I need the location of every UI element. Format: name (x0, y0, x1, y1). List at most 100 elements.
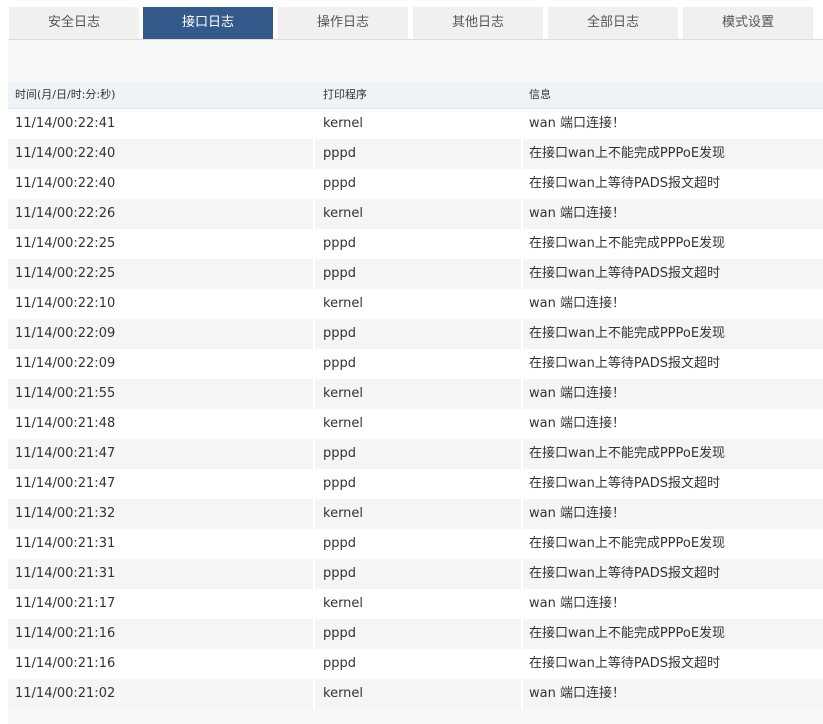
cell-program: pppd (323, 176, 357, 191)
cell-time: 11/14/00:21:02 (15, 686, 116, 701)
cell-info: wan 端口连接！ (529, 296, 625, 311)
table-row: 11/14/00:21:31 pppd 在接口wan上等待PADS报文超时 (8, 559, 823, 589)
cell-time: 11/14/00:21:55 (15, 386, 116, 401)
cell-time: 11/14/00:22:40 (15, 176, 116, 191)
cell-time: 11/14/00:21:17 (15, 596, 116, 611)
table-header: 时间(月/日/时:分:秒) 打印程序 信息 (8, 82, 823, 109)
table-row: 11/14/00:22:25 pppd 在接口wan上等待PADS报文超时 (8, 259, 823, 289)
cell-time: 11/14/00:22:40 (15, 146, 116, 161)
cell-time: 11/14/00:22:25 (15, 266, 116, 281)
table-row: 11/14/00:21:32 kernel wan 端口连接！ (8, 499, 823, 529)
cell-time: 11/14/00:22:26 (15, 206, 116, 221)
cell-info: 在接口wan上等待PADS报文超时 (529, 566, 721, 581)
column-separator (521, 619, 523, 649)
cell-program: pppd (323, 446, 357, 461)
table-row: 11/14/00:22:41 kernel wan 端口连接！ (8, 109, 823, 139)
cell-time: 11/14/00:22:09 (15, 326, 116, 341)
cell-time: 11/14/00:21:47 (15, 476, 116, 491)
cell-info: 在接口wan上不能完成PPPoE发现 (529, 626, 726, 641)
column-separator (313, 619, 315, 649)
column-separator (313, 259, 315, 289)
table-body: 11/14/00:22:41 kernel wan 端口连接！ 11/14/00:22… (8, 109, 823, 709)
cell-program: pppd (323, 476, 357, 491)
column-separator (521, 499, 523, 529)
cell-program: pppd (323, 626, 357, 641)
cell-info: 在接口wan上等待PADS报文超时 (529, 266, 721, 281)
header-info: 信息 (529, 88, 551, 101)
cell-info: 在接口wan上不能完成PPPoE发现 (529, 326, 726, 341)
column-separator (521, 439, 523, 469)
cell-info: 在接口wan上不能完成PPPoE发现 (529, 536, 726, 551)
column-separator (313, 589, 315, 619)
column-separator (521, 589, 523, 619)
column-separator (313, 289, 315, 319)
table-row: 11/14/00:21:48 kernel wan 端口连接！ (8, 409, 823, 439)
cell-info: wan 端口连接！ (529, 116, 625, 131)
table-row: 11/14/00:22:09 pppd 在接口wan上不能完成PPPoE发现 (8, 319, 823, 349)
cell-info: wan 端口连接！ (529, 506, 625, 521)
cell-time: 11/14/00:21:16 (15, 656, 116, 671)
column-separator (313, 679, 315, 709)
cell-program: pppd (323, 326, 357, 341)
cell-time: 11/14/00:21:31 (15, 566, 116, 581)
column-separator (313, 139, 315, 169)
tab-all-log[interactable]: 全部日志 (548, 7, 678, 39)
cell-program: kernel (323, 596, 364, 611)
tab-security-log[interactable]: 安全日志 (9, 7, 139, 39)
column-separator (313, 469, 315, 499)
column-separator (521, 169, 523, 199)
table-row: 11/14/00:21:31 pppd 在接口wan上不能完成PPPoE发现 (8, 529, 823, 559)
cell-info: wan 端口连接！ (529, 686, 625, 701)
table-row: 11/14/00:21:47 pppd 在接口wan上等待PADS报文超时 (8, 469, 823, 499)
column-separator (313, 319, 315, 349)
column-separator (521, 109, 523, 139)
cell-program: kernel (323, 506, 364, 521)
cell-time: 11/14/00:22:41 (15, 116, 116, 131)
table-row: 11/14/00:22:26 kernel wan 端口连接！ (8, 199, 823, 229)
cell-time: 11/14/00:22:10 (15, 296, 116, 311)
column-separator (313, 379, 315, 409)
column-separator (313, 199, 315, 229)
column-separator (521, 379, 523, 409)
cell-info: 在接口wan上不能完成PPPoE发现 (529, 446, 726, 461)
cell-info: wan 端口连接！ (529, 596, 625, 611)
table-row: 11/14/00:22:09 pppd 在接口wan上等待PADS报文超时 (8, 349, 823, 379)
column-separator (313, 499, 315, 529)
table-row: 11/14/00:21:16 pppd 在接口wan上不能完成PPPoE发现 (8, 619, 823, 649)
cell-info: 在接口wan上等待PADS报文超时 (529, 476, 721, 491)
cell-time: 11/14/00:21:32 (15, 506, 116, 521)
column-separator (521, 409, 523, 439)
tab-mode-settings[interactable]: 模式设置 (683, 7, 813, 39)
column-separator (521, 529, 523, 559)
cell-info: 在接口wan上等待PADS报文超时 (529, 176, 721, 191)
cell-info: 在接口wan上等待PADS报文超时 (529, 356, 721, 371)
table-row: 11/14/00:21:16 pppd 在接口wan上等待PADS报文超时 (8, 649, 823, 679)
cell-program: pppd (323, 536, 357, 551)
table-row: 11/14/00:22:40 pppd 在接口wan上不能完成PPPoE发现 (8, 139, 823, 169)
cell-info: 在接口wan上不能完成PPPoE发现 (529, 146, 726, 161)
cell-program: pppd (323, 266, 357, 281)
column-separator (313, 409, 315, 439)
tab-other-log[interactable]: 其他日志 (413, 7, 543, 39)
column-separator (313, 169, 315, 199)
column-separator (521, 649, 523, 679)
log-panel: 时间(月/日/时:分:秒) 打印程序 信息 11/14/00:22:41 kern… (8, 39, 823, 724)
tab-interface-log[interactable]: 接口日志 (143, 7, 273, 39)
log-table: 时间(月/日/时:分:秒) 打印程序 信息 11/14/00:22:41 kern… (8, 82, 823, 709)
tab-operation-log[interactable]: 操作日志 (278, 7, 408, 39)
table-row: 11/14/00:21:55 kernel wan 端口连接！ (8, 379, 823, 409)
column-separator (521, 679, 523, 709)
cell-program: kernel (323, 416, 364, 431)
cell-info: wan 端口连接！ (529, 206, 625, 221)
column-separator (313, 109, 315, 139)
column-separator (521, 289, 523, 319)
cell-program: kernel (323, 686, 364, 701)
column-separator (521, 139, 523, 169)
cell-time: 11/14/00:22:09 (15, 356, 116, 371)
column-separator (521, 559, 523, 589)
header-program: 打印程序 (323, 88, 367, 101)
cell-program: pppd (323, 236, 357, 251)
table-row: 11/14/00:22:25 pppd 在接口wan上不能完成PPPoE发现 (8, 229, 823, 259)
cell-info: 在接口wan上不能完成PPPoE发现 (529, 236, 726, 251)
cell-program: kernel (323, 206, 364, 221)
